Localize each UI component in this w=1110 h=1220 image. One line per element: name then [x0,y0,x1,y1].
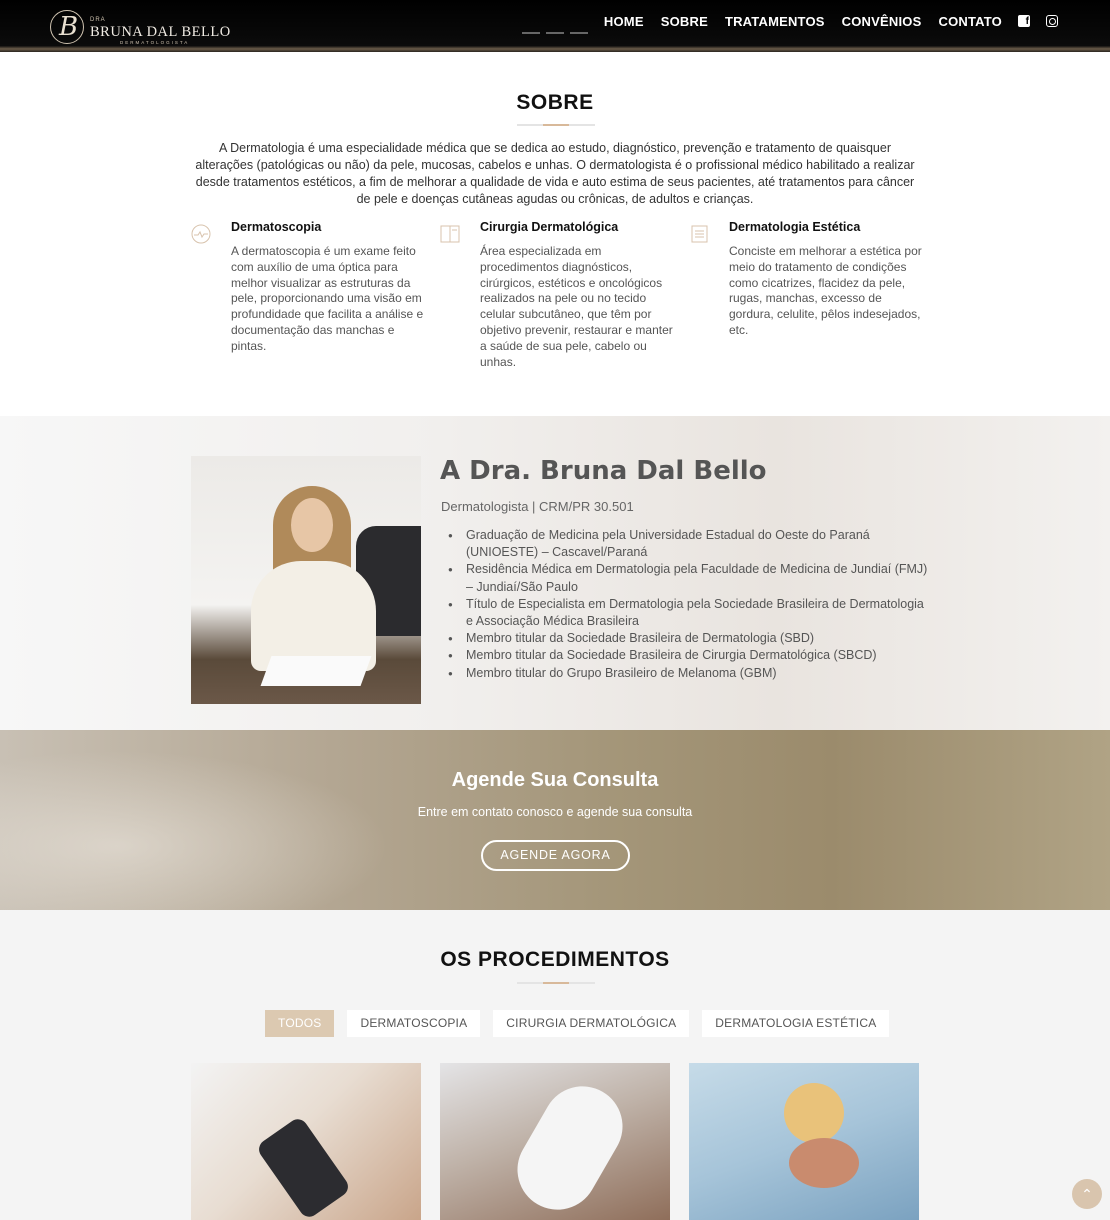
nav-convenios[interactable]: CONVÊNIOS [842,14,922,29]
procedimentos-section: OS PROCEDIMENTOS TODOS DERMATOSCOPIA CIR… [0,910,1110,1220]
feature-text: Área especializada em procedimentos diag… [480,244,673,369]
procedimentos-title: OS PROCEDIMENTOS [440,948,670,971]
cta-section: Agende Sua Consulta Entre em contato con… [0,730,1110,910]
list-item: Residência Médica em Dermatologia pela F… [448,561,928,595]
cta-title: Agende Sua Consulta [451,769,659,791]
procedure-card-cirurgia[interactable] [440,1063,670,1220]
list-item: Título de Especialista em Dermatologia p… [448,596,928,630]
nav-tratamentos[interactable]: TRATAMENTOS [725,14,825,29]
filter-tabs: TODOS DERMATOSCOPIA CIRURGIA DERMATOLÓGI… [265,1010,890,1037]
chevron-up-icon[interactable]: ⌃ [1072,1179,1102,1209]
site-logo[interactable]: B DRA BRUNA DAL BELLO DERMATOLOGISTA [50,10,230,46]
feature-title: Cirurgia Dermatológica [480,220,619,234]
pulse-icon [191,224,211,244]
doctor-name: A Dra. Bruna Dal Bello [440,456,767,486]
feature-title: Dermatologia Estética [729,220,861,234]
title-divider [517,124,595,126]
list-item: Membro titular da Sociedade Brasileira d… [448,647,928,664]
nav-contato[interactable]: CONTATO [938,14,1002,29]
main-menu: HOME SOBRE TRATAMENTOS CONVÊNIOS CONTATO [604,14,1002,29]
doctor-photo [191,456,421,704]
sobre-title: SOBRE [516,91,594,114]
procedure-card-estetica[interactable] [689,1063,919,1220]
cta-subtitle: Entre em contato conosco e agende sua co… [417,805,693,819]
feature-text: Conciste em melhorar a estética por meio… [729,244,922,337]
doctor-section: A Dra. Bruna Dal Bello Dermatologista | … [0,416,1110,730]
feature-text: A dermatoscopia é um exame feito com aux… [231,244,424,353]
document-icon [691,225,708,243]
logo-monogram: B [50,10,84,44]
nav-home[interactable]: HOME [604,14,644,29]
logo-name: BRUNA DAL BELLO [90,24,231,40]
filter-dermatoscopia[interactable]: DERMATOSCOPIA [347,1010,481,1037]
title-divider [517,982,595,984]
instagram-icon[interactable] [1046,15,1058,27]
filter-cirurgia[interactable]: CIRURGIA DERMATOLÓGICA [493,1010,690,1037]
logo-prefix: DRA [90,17,106,23]
sobre-description: A Dermatologia é uma especialidade médic… [195,141,915,206]
doctor-role: Dermatologista | CRM/PR 30.501 [441,499,634,514]
slider-indicator [522,32,588,34]
filter-estetica[interactable]: DERMATOLOGIA ESTÉTICA [702,1010,890,1037]
nav-sobre[interactable]: SOBRE [661,14,708,29]
procedure-card-dermatoscopia[interactable] [191,1063,421,1220]
logo-subtitle: DERMATOLOGISTA [120,40,190,45]
list-item: Membro titular do Grupo Brasileiro de Me… [448,665,928,682]
agende-agora-button[interactable]: AGENDE AGORA [481,840,630,871]
feature-title: Dermatoscopia [231,220,322,234]
book-icon [440,225,460,243]
credentials-list: Graduação de Medicina pela Universidade … [448,527,928,682]
list-item: Membro titular da Sociedade Brasileira d… [448,630,928,647]
list-item: Graduação de Medicina pela Universidade … [448,527,928,561]
facebook-icon[interactable]: f [1018,15,1030,27]
filter-todos[interactable]: TODOS [265,1010,335,1037]
top-navbar: B DRA BRUNA DAL BELLO DERMATOLOGISTA HOM… [0,0,1110,52]
